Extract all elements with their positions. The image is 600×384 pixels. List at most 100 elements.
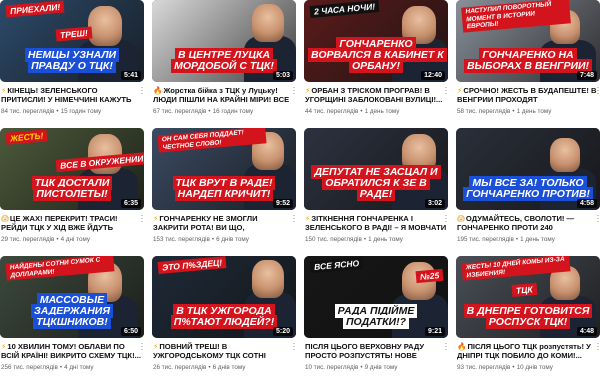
upload-age: 10 днів тому [516,363,553,371]
video-card[interactable]: ОН САМ СЕБЯ ПОДДАЕТ! ЧЕСТНОЕ СЛОВО! ТЦК … [152,128,296,256]
video-title[interactable]: ⚡ОРБАН З ТРІСКОМ ПРОГРАВ! В УГОРЩИНІ ЗАБ… [305,86,447,105]
video-duration: 5:41 [120,71,141,80]
video-thumbnail[interactable]: ЭТО П%ЗДЕЦ! В ТЦК УЖГОРОДА П%ТАЮТ ЛЮДЕЙ?… [152,256,296,338]
video-card[interactable]: МЫ ВСЕ ЗА! ТОЛЬКО ГОНЧАРЕНКО ПРОТИВ! 4:5… [456,128,600,256]
video-stats: 84 тис. переглядів • 15 годин тому [1,108,143,115]
more-options-icon[interactable]: · · · [139,212,145,226]
video-title-text: ЗІТКНЕННЯ ГОНЧАРЕНКА І ЗЕЛЕНСЬКОГО В РАД… [305,214,447,233]
video-card[interactable]: ВСЕ ЯСНО №25 РАДА ПІДІЙМЕ ПОДАТКИ!? 9:21… [304,256,448,384]
video-title[interactable]: 😱ЦЕ ЖАХ! ПЕРЕКРИТ! ТРАСИ! РЕЙДИ ТЦК У ХІ… [1,214,143,233]
video-stats: 58 тис. переглядів • 1 день тому [457,108,599,115]
video-title-text: ПІСЛЯ ЦЬОГО ВЕРХОВНУ РАДУ ПРОСТО РОЗПУСТ… [305,342,425,361]
separator-dot: • [512,363,515,371]
more-options-icon[interactable]: · · · [139,84,145,98]
video-title[interactable]: ПІСЛЯ ЦЬОГО ВЕРХОВНУ РАДУ ПРОСТО РОЗПУСТ… [305,342,447,361]
separator-dot: • [208,364,211,371]
more-options-icon[interactable]: · · · [595,212,600,226]
view-count: 93 тис. переглядів [457,363,511,371]
video-card[interactable]: В ЦЕНТРЕ ЛУЦКА МОРДОБОЙ С ТЦК! 5:03 🔥Жор… [152,0,296,128]
video-meta: 😱ОДУМАЙТЕСЬ, СВОЛОТИ! — ГОНЧАРЕНКО ПРОТИ… [456,210,600,243]
video-card[interactable]: НАСТУПИЛ ПОВОРОТНЫЙ МОМЕНТ В ИСТОРИИ ЕВР… [456,0,600,128]
thumbnail-sticker-secondary: №25 [415,268,444,284]
more-options-icon[interactable]: · · · [291,84,297,98]
thumbnail-caption: ТЦК ДОСТАЛИ ПИСТОЛЕТЫ! [4,176,140,201]
upload-age: 4 дні тому [60,236,91,243]
title-emoji-icon: 🔥 [153,86,163,95]
more-options-icon[interactable]: · · · [291,340,297,354]
upload-age: 9 днів тому [364,364,398,371]
separator-dot: • [360,107,363,115]
video-thumbnail[interactable]: НАСТУПИЛ ПОВОРОТНЫЙ МОМЕНТ В ИСТОРИИ ЕВР… [456,0,600,82]
thumbnail-caption: ТЦК ВРУТ В РАДЕ! НАРДЕП КРИЧИТ! [156,176,292,201]
more-options-icon[interactable]: · · · [291,212,297,226]
video-thumbnail[interactable]: ЖЕСТЬ! ВСЕ В ОКРУЖЕНИИ! ТЦК ДОСТАЛИ ПИСТ… [0,128,144,210]
video-card[interactable]: ДЕПУТАТ НЕ ЗАСЦАЛ И ОБРАТИЛСЯ К ЗЕ В РАД… [304,128,448,256]
video-meta: 🔥ПІСЛЯ ЦЬОГО ТЦК розпустять! У ДНІПРІ ТЦ… [456,338,600,371]
thumbnail-caption: РАДА ПІДІЙМЕ ПОДАТКИ!? [308,304,444,329]
video-title-text: Жорстка бійка з ТЦК у Луцьку! ЛЮДИ ПІШЛИ… [153,86,290,105]
title-emoji-icon: 🔥 [457,342,467,351]
video-card[interactable]: ЖЕСТЬ! ВСЕ В ОКРУЖЕНИИ! ТЦК ДОСТАЛИ ПИСТ… [0,128,144,256]
view-count: 67 тис. переглядів [153,108,207,115]
separator-dot: • [208,108,211,115]
thumbnail-caption: ДЕПУТАТ НЕ ЗАСЦАЛ И ОБРАТИЛСЯ К ЗЕ В РАД… [308,165,444,201]
video-thumbnail[interactable]: ПРИЕХАЛИ! ТРЕШ! НЕМЦЫ УЗНАЛИ ПРАВДУ О ТЦ… [0,0,144,82]
more-options-icon[interactable]: · · · [443,84,449,98]
view-count: 26 тис. переглядів [153,364,207,371]
video-title-text: 10 ХВИЛИН ТОМУ! ОБЛАВИ ПО ВСІЙ КРАЇНІ! В… [1,342,141,361]
video-card[interactable]: 2 ЧАСА НОЧИ! ГОНЧАРЕНКО ВОРВАЛСЯ В КАБИН… [304,0,448,128]
video-title-text: ОДУМАЙТЕСЬ, СВОЛОТИ! — ГОНЧАРЕНКО ПРОТИ … [457,214,575,233]
video-thumbnail[interactable]: НАЙДЕНЫ СОТНИ СУМОК С ДОЛЛАРАМИ! МАССОВЫ… [0,256,144,338]
video-title[interactable]: ⚡ГОНЧАРЕНКУ НЕ ЗМОГЛИ ЗАКРИТИ РОТА! ВИ Щ… [153,214,295,233]
video-card[interactable]: ЭТО П%ЗДЕЦ! В ТЦК УЖГОРОДА П%ТАЮТ ЛЮДЕЙ?… [152,256,296,384]
title-emoji-icon: 😱 [1,214,9,223]
video-title[interactable]: ⚡10 ХВИЛИН ТОМУ! ОБЛАВИ ПО ВСІЙ КРАЇНІ! … [1,342,143,361]
video-title[interactable]: 😱ОДУМАЙТЕСЬ, СВОЛОТИ! — ГОНЧАРЕНКО ПРОТИ… [457,214,599,233]
video-card[interactable]: ПРИЕХАЛИ! ТРЕШ! НЕМЦЫ УЗНАЛИ ПРАВДУ О ТЦ… [0,0,144,128]
more-options-icon[interactable]: · · · [443,340,449,354]
video-card[interactable]: НАЙДЕНЫ СОТНИ СУМОК С ДОЛЛАРАМИ! МАССОВЫ… [0,256,144,384]
person-face [550,138,580,172]
separator-dot: • [360,364,363,371]
video-meta: ⚡ОРБАН З ТРІСКОМ ПРОГРАВ! В УГОРЩИНІ ЗАБ… [304,82,448,115]
video-title[interactable]: ⚡ПОВНИЙ ТРЕШ! В УЖГОРОДСЬКОМУ ТЦК СОТНІ … [153,342,295,361]
video-thumbnail[interactable]: 2 ЧАСА НОЧИ! ГОНЧАРЕНКО ВОРВАЛСЯ В КАБИН… [304,0,448,82]
title-emoji-icon: ⚡ [305,86,311,95]
video-grid: ПРИЕХАЛИ! ТРЕШ! НЕМЦЫ УЗНАЛИ ПРАВДУ О ТЦ… [0,0,600,384]
video-meta: 😱ЦЕ ЖАХ! ПЕРЕКРИТ! ТРАСИ! РЕЙДИ ТЦК У ХІ… [0,210,144,243]
video-stats: 153 тис. переглядів • 6 днів тому [153,236,295,243]
video-duration: 5:20 [272,327,293,336]
video-thumbnail[interactable]: ВСЕ ЯСНО №25 РАДА ПІДІЙМЕ ПОДАТКИ!? 9:21 [304,256,448,338]
video-title-text: ГОНЧАРЕНКУ НЕ ЗМОГЛИ ЗАКРИТИ РОТА! ВИ ЩО… [153,214,258,233]
view-count: 150 тис. переглядів [305,236,362,243]
view-count: 58 тис. переглядів [457,108,511,115]
more-options-icon[interactable]: · · · [443,212,449,226]
video-duration: 6:35 [120,199,141,208]
video-title[interactable]: ⚡КІНЕЦЬ! ЗЕЛЕНСЬКОГО ПРИТИСЛИ! У НІМЕЧЧИ… [1,86,143,105]
video-duration: 5:03 [272,71,293,80]
thumbnail-caption: ГОНЧАРЕНКО НА ВЫБОРАХ В ВЕНГРИИ! [460,48,596,73]
video-stats: 256 тис. переглядів • 4 дні тому [1,364,143,371]
video-thumbnail[interactable]: ДЕПУТАТ НЕ ЗАСЦАЛ И ОБРАТИЛСЯ К ЗЕ В РАД… [304,128,448,210]
separator-dot: • [512,108,515,115]
video-thumbnail[interactable]: МЫ ВСЕ ЗА! ТОЛЬКО ГОНЧАРЕНКО ПРОТИВ! 4:5… [456,128,600,210]
video-stats: 44 тис. переглядів • 1 день тому [305,108,447,115]
video-card[interactable]: ЖЕСТЬ! 10 ДНЕЙ КОМЫ ИЗ-ЗА ИЗБИЕНИЯ! ТЦК … [456,256,600,384]
video-thumbnail[interactable]: ЖЕСТЬ! 10 ДНЕЙ КОМЫ ИЗ-ЗА ИЗБИЕНИЯ! ТЦК … [456,256,600,338]
video-title[interactable]: ⚡СРОЧНО! ЖЕСТЬ В БУДАПЕШТЕ! В ВЕНГРИИ ПР… [457,86,599,105]
video-title[interactable]: 🔥Жорстка бійка з ТЦК у Луцьку! ЛЮДИ ПІШЛ… [153,86,295,105]
separator-dot: • [363,236,367,243]
view-count: 153 тис. переглядів [153,236,210,243]
video-title-text: КІНЕЦЬ! ЗЕЛЕНСЬКОГО ПРИТИСЛИ! У НІМЕЧЧИН… [1,86,132,105]
more-options-icon[interactable]: · · · [595,84,600,98]
video-stats: 150 тис. переглядів • 1 день тому [305,236,447,243]
upload-age: 1 день тому [516,108,552,115]
more-options-icon[interactable]: · · · [595,340,600,354]
video-thumbnail[interactable]: ОН САМ СЕБЯ ПОДДАЕТ! ЧЕСТНОЕ СЛОВО! ТЦК … [152,128,296,210]
more-options-icon[interactable]: · · · [139,340,145,354]
video-thumbnail[interactable]: В ЦЕНТРЕ ЛУЦКА МОРДОБОЙ С ТЦК! 5:03 [152,0,296,82]
video-title-text: ОРБАН З ТРІСКОМ ПРОГРАВ! В УГОРЩИНІ ЗАБЛ… [305,86,443,105]
video-title[interactable]: ⚡ЗІТКНЕННЯ ГОНЧАРЕНКА І ЗЕЛЕНСЬКОГО В РА… [305,214,447,233]
video-title[interactable]: 🔥ПІСЛЯ ЦЬОГО ТЦК розпустять! У ДНІПРІ ТЦ… [457,342,599,361]
video-title-text: ПОВНИЙ ТРЕШ! В УЖГОРОДСЬКОМУ ТЦК СОТНІ П… [153,342,266,361]
